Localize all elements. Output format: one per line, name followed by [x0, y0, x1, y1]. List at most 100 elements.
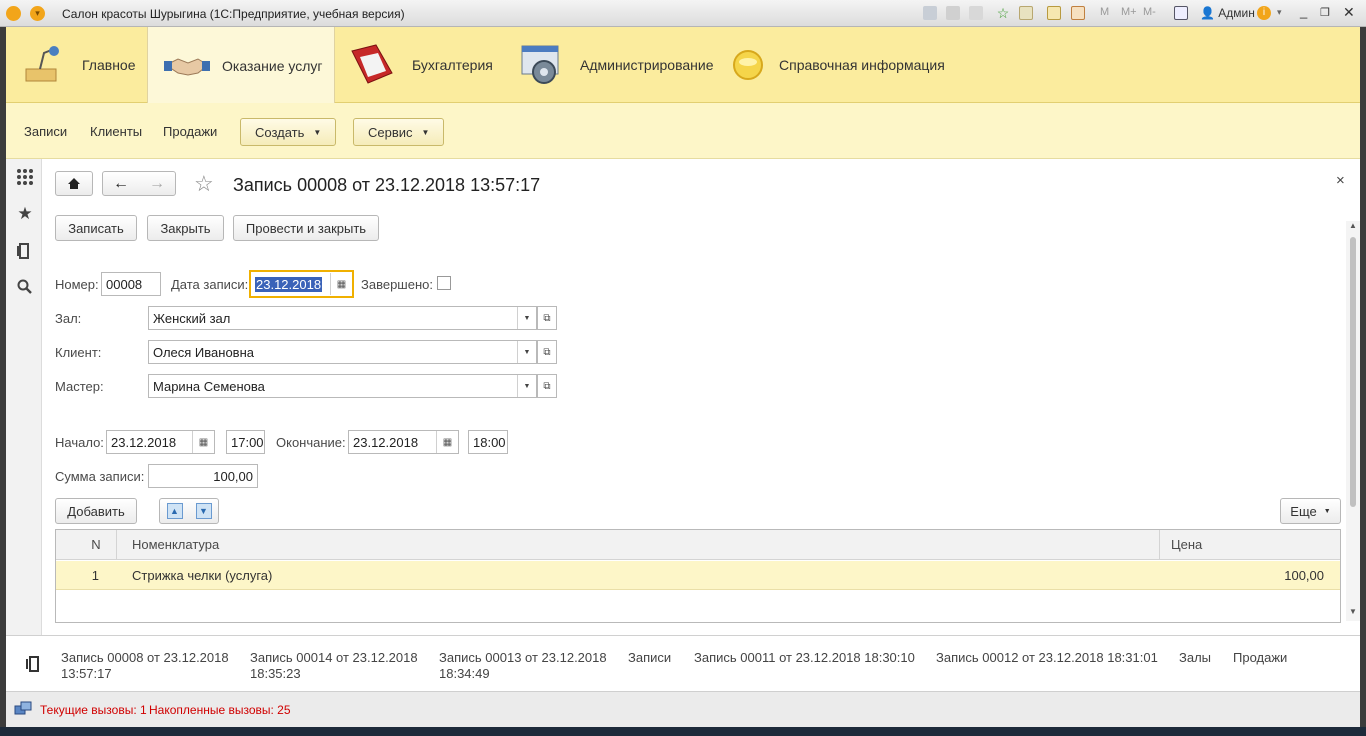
chevron-down-icon[interactable]: ▼: [517, 307, 536, 329]
move-up-icon[interactable]: ▲: [166, 503, 183, 519]
open-window-tab[interactable]: Запись 00012 от 23.12.2018 18:31:01: [936, 650, 1158, 666]
all-functions-icon[interactable]: [16, 168, 34, 186]
calculator-icon[interactable]: [1047, 6, 1061, 20]
home-button[interactable]: [55, 171, 93, 196]
open-window-tab[interactable]: Запись 00008 от 23.12.2018 13:57:17: [61, 650, 236, 682]
calendar-icon[interactable]: ▦: [192, 431, 214, 453]
chevron-down-icon[interactable]: ▼: [517, 375, 536, 397]
form-scrollbar[interactable]: ▲ ▼: [1346, 221, 1360, 621]
memory-button[interactable]: M: [1100, 6, 1109, 18]
open-client-icon[interactable]: ⧉: [537, 340, 557, 364]
service-menu-button[interactable]: Сервис ▼: [353, 118, 445, 146]
close-form-icon[interactable]: ×: [1336, 172, 1345, 189]
open-window-tab[interactable]: Продажи: [1233, 650, 1287, 666]
close-button[interactable]: Закрыть: [147, 215, 224, 241]
section-administration[interactable]: Администрирование: [518, 27, 728, 103]
main-menu-icon[interactable]: ▾: [30, 6, 45, 21]
start-date-field[interactable]: 23.12.2018 ▦: [106, 430, 215, 454]
hall-field[interactable]: Женский зал ▼: [148, 306, 537, 330]
link-sales[interactable]: Продажи: [163, 124, 217, 139]
column-header-item[interactable]: Номенклатура: [117, 530, 1160, 560]
number-label: Номер:: [55, 277, 99, 292]
open-hall-icon[interactable]: ⧉: [537, 306, 557, 330]
app-logo-icon[interactable]: [6, 6, 21, 21]
create-menu-button[interactable]: Создать ▼: [240, 118, 337, 146]
handshake-icon: [164, 57, 210, 76]
back-arrow-icon[interactable]: ←: [113, 175, 129, 193]
open-windows-panel: Запись 00008 от 23.12.2018 13:57:17 Запис…: [6, 635, 1360, 691]
hall-label: Зал:: [55, 311, 82, 326]
scroll-up-icon[interactable]: ▲: [1349, 221, 1357, 230]
more-button[interactable]: Еще ▼: [1280, 498, 1341, 524]
calendar-icon[interactable]: ▦: [436, 431, 458, 453]
open-window-tab[interactable]: Запись 00013 от 23.12.2018 18:34:49: [439, 650, 614, 682]
completed-checkbox[interactable]: [437, 276, 451, 290]
column-header-price[interactable]: Цена: [1160, 530, 1340, 560]
minimize-button[interactable]: _: [1300, 4, 1307, 19]
search-icon[interactable]: [16, 279, 34, 297]
favorites-icon[interactable]: ☆: [996, 6, 1010, 20]
calendar-icon[interactable]: ▦: [330, 273, 352, 295]
master-label: Мастер:: [55, 379, 104, 394]
open-windows-icon[interactable]: [26, 654, 42, 675]
section-reference[interactable]: Справочная информация: [732, 27, 972, 103]
calendar-icon[interactable]: [1071, 6, 1085, 20]
start-time-field[interactable]: 17:00: [226, 430, 265, 454]
open-master-icon[interactable]: ⧉: [537, 374, 557, 398]
info-dropdown-icon[interactable]: ▾: [1277, 7, 1282, 18]
link-records[interactable]: Записи: [24, 124, 67, 139]
panels-icon[interactable]: [1174, 6, 1188, 20]
open-window-tab[interactable]: Залы: [1179, 650, 1211, 666]
client-field[interactable]: Олеся Ивановна ▼: [148, 340, 537, 364]
desk-lamp-icon: [25, 46, 59, 82]
section-main[interactable]: Главное: [20, 27, 148, 103]
column-header-n[interactable]: N: [56, 530, 117, 560]
section-accounting[interactable]: Бухгалтерия: [348, 27, 506, 103]
history-pages-icon[interactable]: [16, 242, 34, 260]
current-calls-status: Текущие вызовы: 1: [40, 703, 147, 717]
open-window-tab[interactable]: Запись 00011 от 23.12.2018 18:30:10: [694, 650, 915, 666]
save-button[interactable]: Записать: [55, 215, 137, 241]
scroll-down-icon[interactable]: ▼: [1349, 607, 1357, 616]
close-window-button[interactable]: ✕: [1343, 4, 1355, 21]
preview-icon[interactable]: [969, 6, 983, 20]
number-field[interactable]: 00008: [101, 272, 161, 296]
date-field[interactable]: 23.12.2018 ▦: [249, 270, 354, 298]
restore-button[interactable]: ❐: [1320, 6, 1330, 19]
favorites-star-icon[interactable]: ★: [16, 205, 34, 223]
info-icon[interactable]: i: [1257, 6, 1271, 20]
end-date-field[interactable]: 23.12.2018 ▦: [348, 430, 459, 454]
open-window-tab[interactable]: Запись 00014 от 23.12.2018 18:35:23: [250, 650, 425, 682]
user-icon: 👤: [1200, 6, 1215, 20]
print-icon[interactable]: [946, 6, 960, 20]
section-services[interactable]: Оказание услуг: [147, 27, 335, 104]
sum-label: Сумма записи:: [55, 469, 145, 484]
post-and-close-button[interactable]: Провести и закрыть: [233, 215, 379, 241]
memory-plus-button[interactable]: M+: [1121, 6, 1137, 18]
link-clients[interactable]: Клиенты: [90, 124, 142, 139]
master-field[interactable]: Марина Семенова ▼: [148, 374, 537, 398]
chevron-down-icon[interactable]: ▼: [517, 341, 536, 363]
sum-field[interactable]: 100,00: [148, 464, 258, 488]
row-price: 100,00: [1284, 568, 1324, 583]
user-name[interactable]: 👤 Админ: [1200, 6, 1255, 20]
open-window-tab[interactable]: Записи: [628, 650, 671, 666]
forward-arrow-icon[interactable]: →: [149, 175, 165, 193]
history-icon[interactable]: [1019, 6, 1033, 20]
scroll-thumb[interactable]: [1350, 237, 1356, 507]
move-down-icon[interactable]: ▼: [195, 503, 212, 519]
end-time-field[interactable]: 18:00: [468, 430, 508, 454]
memory-minus-button[interactable]: M-: [1143, 6, 1156, 18]
end-label: Окончание:: [276, 435, 346, 450]
server-calls-icon[interactable]: [14, 701, 32, 717]
favorite-star-icon[interactable]: ☆: [194, 171, 214, 197]
administration-gear-icon: [521, 45, 559, 84]
date-label: Дата записи:: [171, 277, 249, 292]
table-row[interactable]: 1 Стрижка челки (услуга) 100,00: [56, 561, 1340, 590]
navigation-buttons: ← →: [102, 171, 176, 196]
start-label: Начало:: [55, 435, 104, 450]
reference-info-icon: [733, 50, 763, 80]
save-icon[interactable]: [923, 6, 937, 20]
add-row-button[interactable]: Добавить: [55, 498, 137, 524]
window-titlebar: ▾ Салон красоты Шурыгина (1С:Предприятие…: [0, 0, 1366, 27]
